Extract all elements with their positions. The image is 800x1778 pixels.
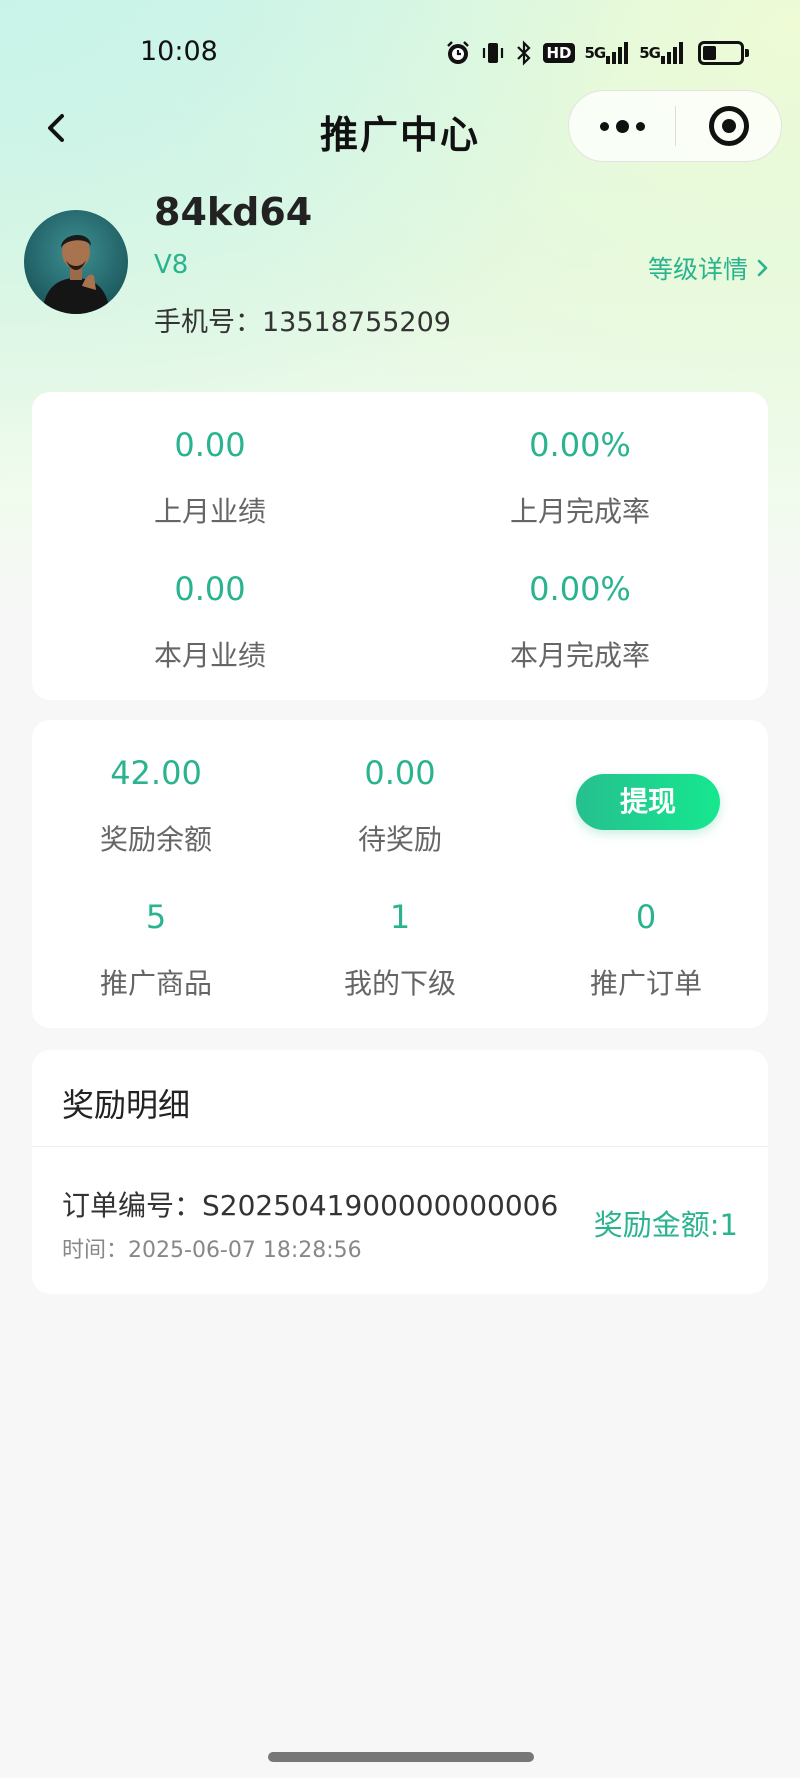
vibrate-icon (481, 38, 505, 68)
order-number-label: 订单编号： (62, 1189, 203, 1222)
stat-value: 0.00% (529, 570, 631, 608)
stat-label: 上月业绩 (153, 495, 266, 528)
stat-this-month-performance: 0.00 本月业绩 (110, 570, 310, 674)
status-bar: 10:08 HD 5G 5G (0, 0, 800, 100)
reward-card: 42.00 奖励余额 0.00 待奖励 提现 5 推广商品 1 我的下级 0 推… (32, 720, 768, 1028)
phone-label: 手机号： (154, 307, 262, 338)
stat-label: 待奖励 (357, 823, 442, 856)
avatar (24, 210, 128, 314)
stat-label: 推广订单 (589, 967, 702, 1000)
stat-value: 0 (635, 898, 657, 936)
signal-5g-icon-2: 5G (639, 38, 684, 68)
user-avatar-image (42, 234, 110, 314)
stat-promotion-orders[interactable]: 0 推广订单 (546, 898, 746, 1002)
reward-amount-label: 奖励金额: (593, 1208, 720, 1242)
status-icons: HD 5G 5G (445, 38, 749, 68)
alarm-icon (445, 38, 471, 68)
stat-value: 0.00% (529, 426, 631, 464)
phone-number: 13518755209 (262, 307, 451, 338)
signal-5g-icon: 5G (585, 38, 630, 68)
order-number: S2025041900000000006 (202, 1189, 559, 1222)
user-level: V8 (154, 250, 189, 280)
more-dot-icon (599, 121, 609, 131)
status-time: 10:08 (140, 36, 218, 67)
stat-label: 推广商品 (99, 967, 212, 1000)
stat-label: 奖励余额 (99, 823, 212, 856)
stat-value: 0.00 (174, 426, 246, 464)
promotion-center-page: 10:08 HD 5G 5G 推广中心 84kd64 V8 手机号：135187… (0, 0, 800, 1778)
stat-reward-balance: 42.00 奖励余额 (56, 754, 256, 858)
network-1-text: 5G (584, 44, 607, 62)
stat-value: 5 (145, 898, 167, 936)
order-time-row: 时间：2025-06-07 18:28:56 (62, 1232, 362, 1264)
phone-row: 手机号：13518755209 (154, 300, 451, 339)
performance-card: 0.00 上月业绩 0.00% 上月完成率 0.00 本月业绩 0.00% 本月… (32, 392, 768, 700)
stat-value: 0.00 (174, 570, 246, 608)
order-number-row: 订单编号：S2025041900000000006 (62, 1184, 558, 1224)
stat-label: 我的下级 (343, 967, 456, 1000)
stat-value: 1 (389, 898, 411, 936)
stat-last-month-completion: 0.00% 上月完成率 (470, 426, 690, 530)
bluetooth-icon (515, 38, 533, 68)
reward-amount-value: 1 (719, 1208, 738, 1242)
target-icon (708, 106, 749, 146)
stat-label: 上月完成率 (509, 495, 650, 528)
battery-icon (698, 41, 749, 65)
network-2-text: 5G (639, 44, 661, 62)
reward-detail-card: 奖励明细 订单编号：S2025041900000000006 时间：2025-0… (32, 1050, 768, 1294)
stat-label: 本月业绩 (153, 639, 266, 672)
hd-icon: HD (543, 38, 575, 68)
stat-last-month-performance: 0.00 上月业绩 (110, 426, 310, 530)
order-time: 2025-06-07 18:28:56 (128, 1238, 362, 1263)
stat-value: 42.00 (110, 754, 202, 792)
username: 84kd64 (154, 190, 313, 234)
battery-fill (703, 46, 716, 60)
home-indicator[interactable] (268, 1752, 534, 1762)
level-detail-label: 等级详情 (647, 255, 748, 284)
stat-my-subordinates[interactable]: 1 我的下级 (300, 898, 500, 1002)
stat-promoted-products[interactable]: 5 推广商品 (56, 898, 256, 1002)
stat-label: 本月完成率 (509, 639, 650, 672)
stat-value: 0.00 (364, 754, 436, 792)
more-dot-icon (615, 119, 629, 133)
mini-program-capsule (568, 90, 782, 162)
divider (32, 1146, 768, 1147)
withdraw-button[interactable]: 提现 (576, 774, 720, 830)
nav-bar: 推广中心 (0, 90, 800, 170)
section-title: 奖励明细 (62, 1086, 191, 1124)
close-mini-program-button[interactable] (676, 91, 781, 161)
stat-pending-reward: 0.00 待奖励 (300, 754, 500, 858)
more-button[interactable] (569, 91, 675, 161)
level-detail-link[interactable]: 等级详情 (648, 250, 770, 286)
more-dot-icon (635, 121, 645, 131)
chevron-right-icon (757, 259, 768, 277)
reward-amount: 奖励金额:1 (594, 1202, 738, 1244)
stat-this-month-completion: 0.00% 本月完成率 (470, 570, 690, 674)
hd-text: HD (543, 43, 575, 63)
order-time-label: 时间： (62, 1238, 129, 1263)
